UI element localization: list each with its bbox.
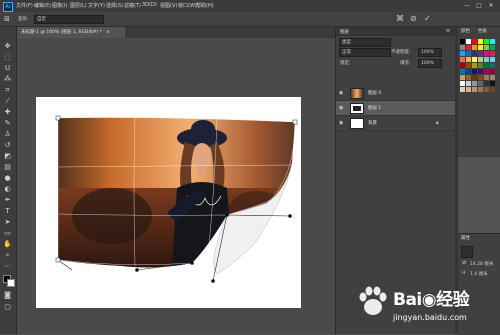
layer-row[interactable]: ◉ 背景 🔒︎ bbox=[336, 116, 456, 131]
zoom-tool-icon[interactable]: ⌕ bbox=[3, 251, 12, 260]
close-window-button[interactable]: ✕ bbox=[486, 1, 496, 10]
lock-label: 锁定: bbox=[340, 61, 351, 66]
layer-name: 图层 0 bbox=[368, 91, 382, 96]
fill-label: 填充: bbox=[400, 61, 411, 66]
menu-window[interactable]: 窗口(W) bbox=[178, 2, 197, 9]
menu-file[interactable]: 文件(F) bbox=[16, 2, 33, 9]
history-brush-tool-icon[interactable]: ↺ bbox=[3, 141, 12, 150]
visibility-eye-icon[interactable]: ◉ bbox=[339, 105, 343, 111]
visibility-eye-icon[interactable]: ◉ bbox=[339, 120, 343, 126]
width-value[interactable]: 14.28 厘米 bbox=[470, 261, 493, 267]
document-tabs: 未标题-1 @ 100% (图层 1, RGB/8#) * × bbox=[17, 27, 335, 38]
color-tab[interactable]: 颜色 bbox=[461, 28, 470, 34]
background-color-swatch[interactable] bbox=[7, 279, 15, 287]
paw-logo-icon bbox=[359, 286, 387, 315]
path-select-tool-icon[interactable]: ➤ bbox=[3, 218, 12, 227]
opacity-label: 不透明度: bbox=[391, 50, 411, 55]
layers-tabbar: 图层 ≡ bbox=[336, 27, 456, 36]
document-tab[interactable]: 未标题-1 @ 100% (图层 1, RGB/8#) * × bbox=[17, 27, 125, 38]
screen-mode-icon[interactable]: ▢ bbox=[3, 303, 12, 312]
layer-thumbnail bbox=[350, 88, 364, 99]
brush-tool-icon[interactable]: ✎ bbox=[3, 119, 12, 128]
gradient-tool-icon[interactable]: ▤ bbox=[3, 163, 12, 172]
warp-toggle-icon[interactable]: ⌘ bbox=[396, 14, 404, 23]
quick-mask-icon[interactable]: ◙ bbox=[3, 291, 12, 300]
canvas-area[interactable] bbox=[17, 38, 335, 334]
layer-row[interactable]: ◉ 图层 1 bbox=[336, 101, 456, 116]
width-label: W bbox=[462, 261, 467, 266]
shape-tool-icon[interactable]: ▭ bbox=[3, 229, 12, 238]
panel-menu-icon[interactable]: ≡ bbox=[446, 28, 450, 34]
menu-select[interactable]: 选择(S) bbox=[106, 2, 123, 9]
heal-tool-icon[interactable]: ✚ bbox=[3, 108, 12, 117]
layer-name: 背景 bbox=[368, 121, 377, 126]
lasso-tool-icon[interactable]: ᑌ bbox=[3, 64, 12, 73]
menu-edit[interactable]: 编辑(E) bbox=[34, 2, 51, 9]
stamp-tool-icon[interactable]: ♙ bbox=[3, 130, 12, 139]
watermark-url: jingyan.baidu.com bbox=[393, 313, 467, 322]
restore-button[interactable]: □ bbox=[474, 1, 484, 10]
menu-view[interactable]: 视图(V) bbox=[160, 2, 177, 9]
layer-thumbnail bbox=[350, 118, 364, 129]
menu-bar: Ps 文件(F) 编辑(E) 图像(I) 图层(L) 文字(Y) 选择(S) 滤… bbox=[0, 0, 500, 12]
layer-name: 图层 1 bbox=[368, 106, 382, 111]
eraser-tool-icon[interactable]: ◩ bbox=[3, 152, 12, 161]
swatches-tab[interactable]: 色板 bbox=[478, 28, 487, 34]
layer-row[interactable]: ◉ 图层 0 bbox=[336, 86, 456, 101]
baidu-watermark: Bai◉经验 jingyan.baidu.com bbox=[355, 283, 495, 331]
eyedropper-tool-icon[interactable]: ⁄ bbox=[3, 97, 12, 106]
wand-tool-icon[interactable]: ⁂ bbox=[3, 75, 12, 84]
hand-tool-icon[interactable]: ✋ bbox=[3, 240, 12, 249]
menu-filter[interactable]: 滤镜(T) bbox=[124, 2, 141, 9]
menu-image[interactable]: 图像(I) bbox=[52, 2, 67, 9]
minimize-button[interactable]: — bbox=[462, 1, 472, 10]
menu-layer[interactable]: 图层(L) bbox=[70, 2, 87, 9]
pen-tool-icon[interactable]: ✒ bbox=[3, 196, 12, 205]
watermark-brand: Bai◉经验 bbox=[393, 290, 470, 310]
layers-tab[interactable]: 图层 bbox=[340, 29, 349, 35]
document-tab-title: 未标题-1 @ 100% (图层 1, RGB/8#) * bbox=[21, 30, 102, 35]
photo-layer bbox=[58, 117, 295, 268]
opacity-field[interactable]: 100% bbox=[418, 48, 442, 57]
menu-help[interactable]: 帮助(H) bbox=[196, 2, 214, 9]
layer-kind-filter[interactable]: 类型 bbox=[339, 38, 391, 47]
app-logo: Ps bbox=[3, 2, 13, 12]
layer-thumbnail bbox=[350, 103, 364, 114]
move-tool-icon[interactable]: ✥ bbox=[3, 42, 12, 51]
commit-transform-button[interactable]: ✓ bbox=[424, 14, 431, 23]
blend-mode-select[interactable]: 正常 bbox=[339, 48, 391, 57]
tab-close-icon[interactable]: × bbox=[106, 30, 110, 35]
fill-field[interactable]: 100% bbox=[418, 59, 442, 68]
visibility-eye-icon[interactable]: ◉ bbox=[339, 90, 343, 96]
warp-mode-label: 变形: bbox=[18, 17, 29, 22]
height-label: H bbox=[462, 271, 466, 276]
warp-mode-select[interactable]: 自定 bbox=[34, 15, 104, 24]
blur-tool-icon[interactable]: ● bbox=[3, 174, 12, 183]
swatches-panel: 颜色 色板 bbox=[458, 27, 500, 157]
swatch-grid[interactable] bbox=[460, 39, 498, 151]
menu-3d[interactable]: 3D(D) bbox=[142, 2, 157, 8]
height-value[interactable]: 1.4 厘米 bbox=[470, 271, 488, 277]
warp-tool-icon[interactable]: ⊞ bbox=[4, 15, 10, 23]
more-tools-icon[interactable]: ⋯ bbox=[3, 262, 12, 271]
mask-icon bbox=[461, 246, 473, 258]
warped-image[interactable] bbox=[17, 38, 335, 334]
tools-panel: ✥ ⬚ ᑌ ⁂ ⌗ ⁄ ✚ ✎ ♙ ↺ ◩ ▤ ● ◐ ✒ T ➤ ▭ ✋ ⌕ … bbox=[0, 27, 17, 334]
cancel-transform-button[interactable]: ⊘ bbox=[410, 14, 417, 23]
lock-icon: 🔒︎ bbox=[436, 120, 439, 126]
properties-tab[interactable]: 属性 bbox=[461, 235, 470, 241]
crop-tool-icon[interactable]: ⌗ bbox=[3, 86, 12, 95]
type-tool-icon[interactable]: T bbox=[3, 207, 12, 216]
options-bar: ⊞ 变形: 自定 ⌘ ⊘ ✓ bbox=[0, 12, 500, 27]
dodge-tool-icon[interactable]: ◐ bbox=[3, 185, 12, 194]
menu-type[interactable]: 文字(Y) bbox=[88, 2, 105, 9]
marquee-tool-icon[interactable]: ⬚ bbox=[3, 53, 12, 62]
